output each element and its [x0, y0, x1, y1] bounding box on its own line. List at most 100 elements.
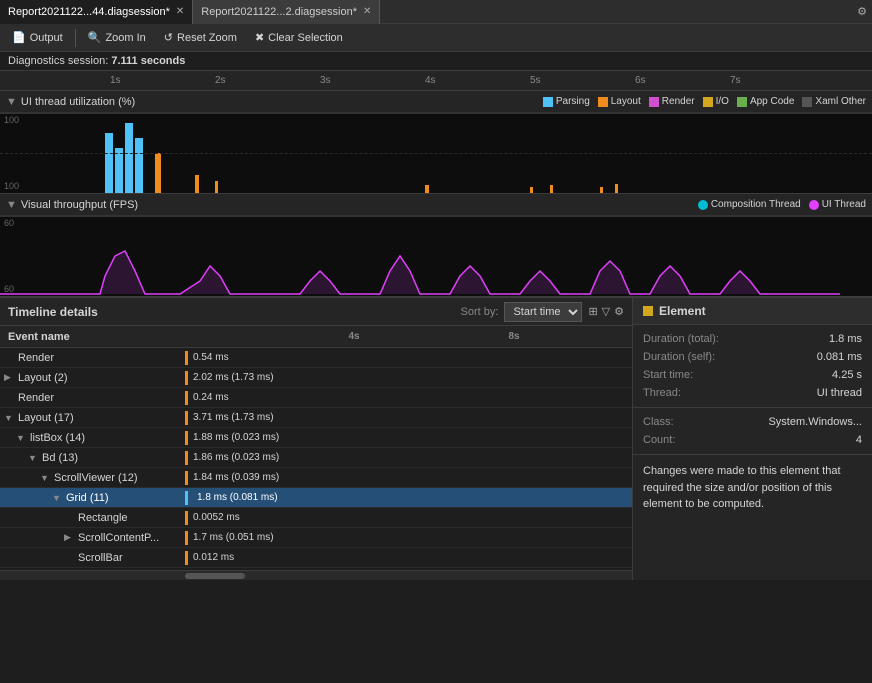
ui-thread-header: ▼ UI thread utilization (%) Parsing Layo…: [0, 91, 872, 113]
horizontal-scrollbar[interactable]: [0, 570, 632, 580]
row-bar-layout17: 3.71 ms (1.73 ms): [185, 408, 632, 428]
layout-bar-2: [195, 175, 199, 193]
duration-grid: 1.8 ms (0.081 ms): [193, 491, 282, 504]
scroll-thumb[interactable]: [185, 573, 245, 579]
parse-bar-1: [105, 133, 113, 193]
legend-render: Render: [649, 96, 695, 107]
layout-bar-1: [155, 153, 161, 193]
legend-xamlother: Xaml Other: [802, 96, 866, 107]
timeline-ruler: 1s 2s 3s 4s 5s 6s 7s: [0, 71, 872, 91]
row-name-render1: Render: [0, 352, 185, 364]
fps-title: ▼ Visual throughput (FPS): [6, 199, 138, 211]
table-row[interactable]: ▶ ScrollContentP... 1.7 ms (0.051 ms): [0, 528, 632, 548]
ui-chart-y-bottom: 100: [4, 181, 19, 191]
duration-scrollviewer: 1.84 ms (0.039 ms): [193, 472, 279, 483]
thread-value: UI thread: [817, 387, 862, 399]
tab-2[interactable]: Report2021122...2.diagsession* ✕: [193, 0, 380, 24]
duration-bd: 1.86 ms (0.023 ms): [193, 452, 279, 463]
table-row[interactable]: ▼ Layout (17) 3.71 ms (1.73 ms): [0, 408, 632, 428]
legend-ui-thread: UI Thread: [809, 199, 866, 210]
sort-select[interactable]: Start time Duration Name: [504, 302, 582, 322]
start-time-label: Start time:: [643, 369, 693, 381]
row-name-rectangle: Rectangle: [0, 512, 185, 524]
gear-icon[interactable]: ⚙: [614, 305, 624, 318]
ui-thread-legend: Parsing Layout Render I/O App Code Xaml …: [543, 96, 866, 107]
row-name-scrollviewer: ▼ ScrollViewer (12): [0, 472, 185, 484]
toolbar: 📄 Output 🔍 Zoom In ↺ Reset Zoom ✖ Clear …: [0, 24, 872, 52]
duration-layout2: 2.02 ms (1.73 ms): [193, 372, 274, 383]
bar-scrollbar1: [185, 551, 188, 565]
bar-render1: [185, 351, 188, 365]
tab-2-close[interactable]: ✕: [363, 6, 371, 17]
xamlother-color: [802, 97, 812, 107]
layout-color: [598, 97, 608, 107]
prop-thread: Thread: UI thread: [643, 387, 862, 399]
table-row[interactable]: ▶ Layout (2) 2.02 ms (1.73 ms): [0, 368, 632, 388]
reset-zoom-button[interactable]: ↺ Reset Zoom: [156, 27, 245, 49]
expand-icon: ▶: [64, 532, 76, 543]
col-timeline-header: 4s 8s: [185, 326, 632, 348]
table-row[interactable]: ▼ Bd (13) 1.86 ms (0.023 ms): [0, 448, 632, 468]
composition-color: [698, 200, 708, 210]
fps-header: ▼ Visual throughput (FPS) Composition Th…: [0, 194, 872, 216]
duration-scrollbar1: 0.012 ms: [193, 552, 234, 563]
expand-icon: ▼: [28, 453, 40, 463]
row-bar-render2: 0.24 ms: [185, 388, 632, 408]
ui-thread-chart-body[interactable]: 100 100: [0, 113, 872, 193]
ui-thread-title: ▼ UI thread utilization (%): [6, 96, 135, 108]
table-body[interactable]: Render 0.54 ms ▶ Layout (2) 2.02: [0, 348, 632, 570]
ui-thread-color: [809, 200, 819, 210]
table-row[interactable]: ▼ ScrollViewer (12) 1.84 ms (0.039 ms): [0, 468, 632, 488]
ui-thread-chart-section: ▼ UI thread utilization (%) Parsing Layo…: [0, 91, 872, 194]
row-bar-scrollbar1: 0.012 ms: [185, 548, 632, 568]
legend-appcode: App Code: [737, 96, 794, 107]
start-time-value: 4.25 s: [832, 369, 862, 381]
expand-icon: ▼: [52, 493, 64, 503]
tab-1[interactable]: Report2021122...44.diagsession* ✕: [0, 0, 193, 24]
layout-bar-4: [425, 185, 429, 193]
table-row[interactable]: Rectangle 0.0052 ms: [0, 508, 632, 528]
fps-chart-section: ▼ Visual throughput (FPS) Composition Th…: [0, 194, 872, 297]
ruler-tick-1s: 1s: [110, 75, 121, 86]
filter-icon[interactable]: ▽: [602, 305, 610, 318]
table-row-selected[interactable]: ▼ Grid (11) 1.8 ms (0.081 ms): [0, 488, 632, 508]
element-class-section: Class: System.Windows... Count: 4: [633, 408, 872, 455]
expand-icon: ▼: [16, 433, 28, 443]
clear-selection-icon: ✖: [255, 31, 264, 44]
bottom-panel: Timeline details Sort by: Start time Dur…: [0, 297, 872, 580]
class-label: Class:: [643, 416, 674, 428]
prop-duration-total: Duration (total): 1.8 ms: [643, 333, 862, 345]
render-color: [649, 97, 659, 107]
legend-parsing: Parsing: [543, 96, 590, 107]
sort-icons: ⊞ ▽ ⚙: [588, 305, 624, 318]
tab-1-close[interactable]: ✕: [176, 6, 184, 17]
row-bar-scrollbar2: 0.0056 ms: [185, 568, 632, 571]
parse-bar-3: [125, 123, 133, 193]
fps-svg: [0, 216, 840, 296]
clear-selection-button[interactable]: ✖ Clear Selection: [247, 27, 351, 49]
sort-icon-1[interactable]: ⊞: [588, 305, 597, 318]
duration-render1: 0.54 ms: [193, 352, 229, 363]
tab-2-label: Report2021122...2.diagsession*: [201, 6, 357, 18]
parse-bar-2: [115, 148, 123, 193]
table-row[interactable]: ▼ listBox (14) 1.88 ms (0.023 ms): [0, 428, 632, 448]
zoom-in-button[interactable]: 🔍 Zoom In: [80, 27, 154, 49]
layout-bar-8: [615, 184, 618, 193]
row-name-layout2: ▶ Layout (2): [0, 372, 185, 384]
row-bar-scrollviewer: 1.84 ms (0.039 ms): [185, 468, 632, 488]
table-row[interactable]: Render 0.54 ms: [0, 348, 632, 368]
prop-class: Class: System.Windows...: [643, 416, 862, 428]
output-button[interactable]: 📄 Output: [4, 27, 71, 49]
row-bar-bd: 1.86 ms (0.023 ms): [185, 448, 632, 468]
reset-zoom-icon: ↺: [164, 31, 173, 44]
fps-chart-body[interactable]: 60 60: [0, 216, 872, 296]
expand-icon: ▼: [40, 473, 52, 483]
table-row[interactable]: Render 0.24 ms: [0, 388, 632, 408]
sort-controls: Sort by: Start time Duration Name ⊞ ▽ ⚙: [461, 302, 624, 322]
parse-bar-4: [135, 138, 143, 193]
timeline-details-title: Timeline details: [8, 305, 98, 319]
row-name-scrollcontent: ▶ ScrollContentP...: [0, 532, 185, 544]
io-color: [703, 97, 713, 107]
settings-button[interactable]: ⚙: [852, 0, 872, 24]
table-row[interactable]: ScrollBar 0.012 ms: [0, 548, 632, 568]
